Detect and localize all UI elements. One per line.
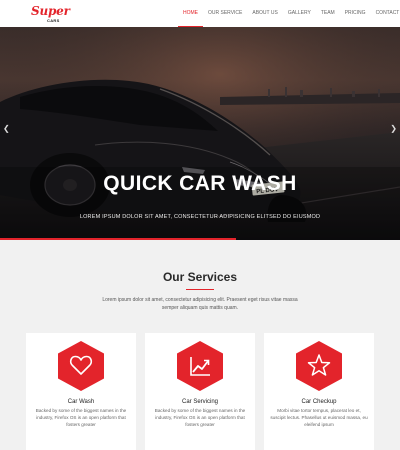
nav-item-about-us[interactable]: ABOUT US xyxy=(247,0,282,27)
slider-progress-bar xyxy=(0,238,236,240)
logo[interactable]: Super CARS xyxy=(31,4,70,24)
service-card-car-servicing[interactable]: Car Servicing Backed by some of the bigg… xyxy=(145,333,255,450)
card-text: Backed by some of the biggest names in t… xyxy=(154,408,246,427)
star-icon xyxy=(296,341,342,391)
hero-title: QUICK CAR WASH xyxy=(103,172,297,195)
services-title: Our Services xyxy=(162,270,238,284)
chevron-right-icon[interactable]: ❯ xyxy=(390,124,397,133)
nav-item-gallery[interactable]: GALLERY xyxy=(283,0,316,27)
title-divider xyxy=(186,289,214,290)
hero-slider: PL DOV ❮ ❯ xyxy=(0,27,400,240)
card-title: Car Servicing xyxy=(181,399,218,405)
card-text: Morbi vitae tortor tempus, placerat leo … xyxy=(270,408,368,427)
nav-item-contact[interactable]: CONTACT xyxy=(371,0,400,27)
card-title: Car Wash xyxy=(67,399,95,405)
services-description: Lorem ipsum dolor sit amet, consectetur … xyxy=(102,297,298,311)
chart-line-icon xyxy=(177,341,223,391)
logo-subtext: CARS xyxy=(46,18,61,23)
nav-item-team[interactable]: TEAM xyxy=(316,0,340,27)
card-title: Car Checkup xyxy=(301,399,337,405)
hero-subtitle: LOREM IPSUM DOLOR SIT AMET, CONSECTETUR … xyxy=(79,214,321,220)
main-nav: HOME OUR SERVICE ABOUT US GALLERY TEAM P… xyxy=(178,0,400,27)
logo-text: Super xyxy=(31,4,70,18)
card-text: Backed by some of the biggest names in t… xyxy=(35,408,127,427)
nav-item-pricing[interactable]: PRICING xyxy=(340,0,371,27)
site-header: Super CARS HOME OUR SERVICE ABOUT US GAL… xyxy=(0,0,400,27)
hero-car-image: PL DOV xyxy=(0,27,400,240)
nav-item-home[interactable]: HOME xyxy=(178,0,203,27)
service-card-car-wash[interactable]: Car Wash Backed by some of the biggest n… xyxy=(26,333,136,450)
heart-icon xyxy=(58,341,104,391)
service-card-car-checkup[interactable]: Car Checkup Morbi vitae tortor tempus, p… xyxy=(264,333,374,450)
nav-item-our-service[interactable]: OUR SERVICE xyxy=(203,0,247,27)
chevron-left-icon[interactable]: ❮ xyxy=(3,124,10,133)
